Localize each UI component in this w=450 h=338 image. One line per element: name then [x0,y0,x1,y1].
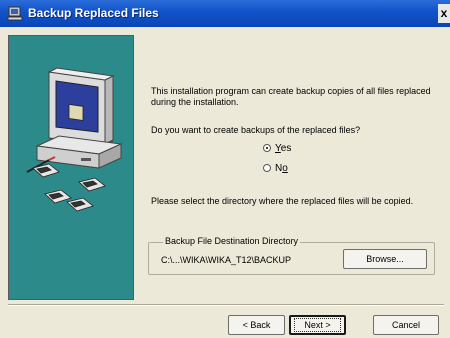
wizard-illustration-panel [8,35,134,300]
radio-yes-label: Yes [275,142,292,154]
cancel-button-label: Cancel [391,320,420,330]
radio-no[interactable]: No [263,162,288,174]
close-button[interactable]: x [438,4,450,23]
browse-button[interactable]: Browse... [343,249,427,269]
computer-illustration [26,67,123,212]
footer-separator [8,304,444,306]
browse-button-label: Browse... [366,254,404,264]
title-bar: Backup Replaced Files x [0,0,450,27]
select-directory-text: Please select the directory where the re… [151,196,414,206]
backup-question: Do you want to create backups of the rep… [151,125,361,135]
radio-no-label: No [275,162,288,174]
radio-yes[interactable]: Yes [263,142,291,154]
cancel-button[interactable]: Cancel [373,315,439,335]
intro-text: This installation program can create bac… [151,86,431,107]
next-button-label: Next > [294,318,341,332]
close-icon: x [440,6,448,20]
back-button[interactable]: < Back [228,315,285,335]
installer-icon [7,6,23,21]
window-title: Backup Replaced Files [28,6,159,20]
back-button-label: < Back [242,320,271,330]
radio-yes-indicator[interactable] [263,144,271,152]
radio-no-indicator[interactable] [263,164,271,172]
destination-path: C:\...\WIKA\WIKA_T12\BACKUP [161,255,292,265]
next-button[interactable]: Next > [289,315,346,335]
destination-group-label: Backup File Destination Directory [163,236,301,246]
